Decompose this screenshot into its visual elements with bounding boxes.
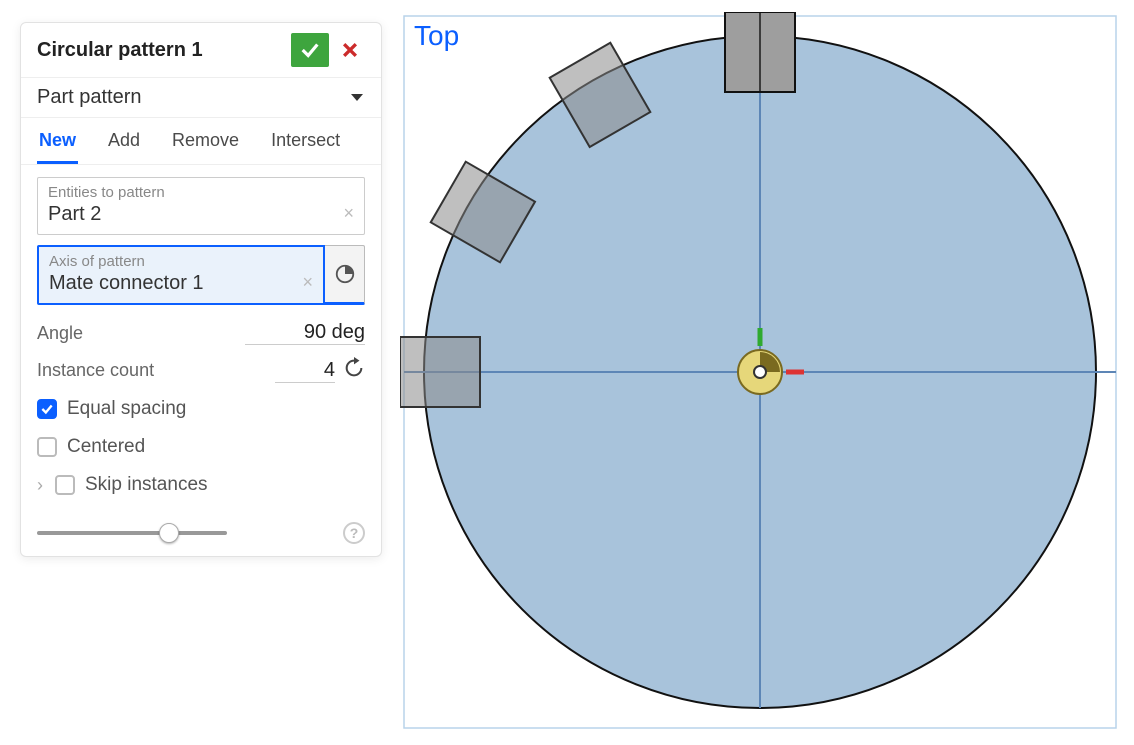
equal-spacing-label: Equal spacing: [67, 398, 186, 420]
confirm-button[interactable]: [291, 33, 329, 67]
centered-label: Centered: [67, 436, 145, 458]
seed-part-instance: [725, 12, 795, 92]
panel-header: Circular pattern 1: [21, 23, 381, 78]
close-icon: [340, 40, 360, 60]
centered-checkbox[interactable]: [37, 437, 57, 457]
chevron-down-icon: [351, 94, 363, 101]
mate-connector-icon: [334, 263, 356, 285]
mate-connector-button[interactable]: [325, 245, 365, 305]
entities-field[interactable]: Entities to pattern Part 2 ×: [37, 177, 365, 235]
entities-value: Part 2: [48, 203, 354, 226]
pattern-type-label: Part pattern: [37, 86, 351, 109]
skip-instances-label: Skip instances: [85, 474, 208, 496]
axis-label: Axis of pattern: [49, 253, 313, 270]
clear-axis-icon[interactable]: ×: [302, 272, 313, 293]
circular-pattern-panel: Circular pattern 1 Part pattern New Add …: [20, 22, 382, 557]
axis-field[interactable]: Axis of pattern Mate connector 1 ×: [37, 245, 325, 305]
equal-spacing-checkbox[interactable]: [37, 399, 57, 419]
cancel-button[interactable]: [333, 33, 367, 67]
reverse-direction-button[interactable]: [343, 357, 365, 384]
reverse-icon: [343, 357, 365, 379]
tab-add[interactable]: Add: [106, 118, 142, 164]
axis-value: Mate connector 1: [49, 272, 313, 295]
pattern-type-dropdown[interactable]: Part pattern: [21, 78, 381, 118]
count-label: Instance count: [37, 360, 275, 381]
panel-title: Circular pattern 1: [37, 39, 291, 62]
boolean-tabs: New Add Remove Intersect: [21, 118, 381, 165]
help-icon: ?: [350, 525, 359, 541]
view-orientation-label: Top: [414, 20, 459, 52]
clear-entity-icon[interactable]: ×: [343, 203, 354, 224]
skip-instances-checkbox[interactable]: [55, 475, 75, 495]
angle-label: Angle: [37, 323, 245, 344]
help-button[interactable]: ?: [343, 522, 365, 544]
count-input[interactable]: [275, 359, 335, 383]
tab-intersect[interactable]: Intersect: [269, 118, 342, 164]
3d-viewport[interactable]: Top: [400, 12, 1120, 732]
entities-label: Entities to pattern: [48, 184, 354, 201]
viewport-canvas: [400, 12, 1120, 732]
check-icon: [40, 402, 54, 416]
angle-input[interactable]: [245, 321, 365, 345]
slider-thumb[interactable]: [159, 523, 179, 543]
expand-skip-icon[interactable]: ›: [37, 475, 43, 496]
tab-remove[interactable]: Remove: [170, 118, 241, 164]
check-icon: [299, 39, 321, 61]
opacity-slider[interactable]: [37, 531, 227, 535]
tab-new[interactable]: New: [37, 118, 78, 164]
pattern-instance-3: [400, 337, 480, 407]
